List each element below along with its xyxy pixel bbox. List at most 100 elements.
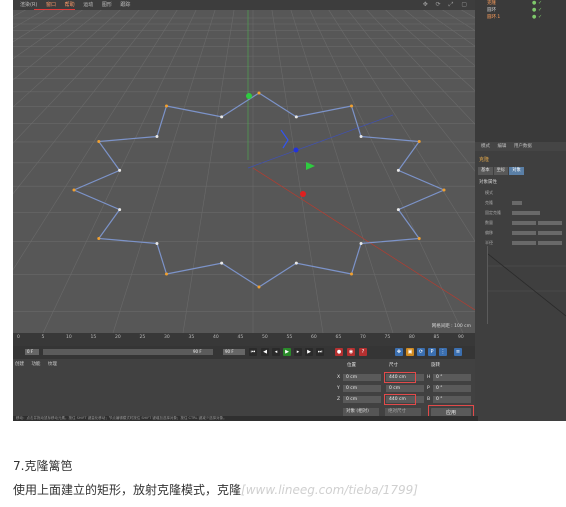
move-key-button[interactable]: ✥ xyxy=(395,348,403,356)
object-row-ring[interactable]: 圆环 ● ✓ xyxy=(475,7,566,14)
spline-point[interactable] xyxy=(165,104,168,108)
tab-texture[interactable]: 纹理 xyxy=(48,362,57,367)
spline-point[interactable] xyxy=(220,261,224,265)
menu-item-track[interactable]: 跟踪 xyxy=(120,0,130,10)
spline-point[interactable] xyxy=(257,91,261,95)
next-key-button[interactable]: ▶ xyxy=(305,348,313,356)
next-frame-button[interactable]: ▸ xyxy=(294,348,302,356)
rotation-b-input[interactable]: 0 ° xyxy=(433,396,471,403)
timeline-ruler[interactable]: 0 5 10 15 20 25 30 35 40 45 50 55 60 65 70 75 80 85 90 xyxy=(13,333,475,346)
spline-point[interactable] xyxy=(220,115,224,119)
spline-point[interactable] xyxy=(155,135,159,139)
axis-y-label: Y xyxy=(337,386,340,391)
keyframe-select-button[interactable]: ? xyxy=(359,348,367,356)
spline-point[interactable] xyxy=(97,237,101,240)
spline-point[interactable] xyxy=(396,168,400,172)
record-button[interactable]: ● xyxy=(335,348,343,356)
prev-frame-button[interactable]: ◂ xyxy=(272,348,280,356)
radius-input[interactable] xyxy=(512,241,536,245)
spline-point[interactable] xyxy=(417,237,421,240)
spline-point[interactable] xyxy=(442,188,446,192)
spline-point[interactable] xyxy=(165,272,168,276)
spline-point[interactable] xyxy=(294,115,298,119)
frame-tick: 90 xyxy=(458,335,464,340)
viewport-nav-icons[interactable]: ✥ ⟳ ⤢ ▢ xyxy=(423,1,470,9)
goto-start-button[interactable]: ⏮ xyxy=(249,348,257,356)
count-slider[interactable] xyxy=(538,221,562,225)
spline-point[interactable] xyxy=(72,188,76,192)
frame-tick: 60 xyxy=(311,335,317,340)
goto-end-button[interactable]: ⏭ xyxy=(316,348,324,356)
spline-point[interactable] xyxy=(359,135,363,139)
frame-ruler[interactable]: 0 5 10 15 20 25 30 35 40 45 50 55 60 65 70 75 80 85 90 xyxy=(13,333,475,342)
caption-body: 使用上面建立的矩形，放射克隆模式，克隆[www.lineeg.com/tieba… xyxy=(13,481,418,498)
position-z-input[interactable]: 0 cm xyxy=(343,396,381,403)
object-mode-dropdown[interactable]: 对象 (相对) xyxy=(343,408,379,416)
tab-create[interactable]: 创建 xyxy=(15,362,24,367)
visibility-icon[interactable]: ● ✓ xyxy=(532,7,542,14)
offset-input[interactable] xyxy=(512,231,536,235)
mode-tab-object[interactable]: 对象 xyxy=(509,167,524,175)
scale-key-button[interactable]: ▣ xyxy=(406,348,414,356)
frame-tick: 5 xyxy=(41,335,45,340)
tab-mode[interactable]: 模式 xyxy=(481,144,490,149)
radius-slider[interactable] xyxy=(538,241,562,245)
play-button[interactable]: ▶ xyxy=(283,348,291,356)
tab-user-data[interactable]: 用户数据 xyxy=(514,144,532,149)
spline-point[interactable] xyxy=(359,241,363,245)
autokey-button[interactable]: ◉ xyxy=(347,348,355,356)
menubar: 渲染(R) 窗口 帮助 运动 图形 跟踪 xyxy=(13,0,475,10)
frame-tick: 50 xyxy=(262,335,268,340)
3d-viewport[interactable] xyxy=(13,10,475,333)
position-y-input[interactable]: 0 cm xyxy=(343,385,381,392)
visibility-icon[interactable]: ● ✓ xyxy=(532,0,542,7)
frame-tick: 75 xyxy=(384,335,391,340)
current-frame-field[interactable]: 0 F xyxy=(25,349,39,355)
position-x-input[interactable]: 0 cm xyxy=(343,374,381,381)
spline-point[interactable] xyxy=(257,285,261,289)
size-z-highlight xyxy=(384,394,416,405)
absolute-size-dropdown[interactable]: 绝对尺寸 xyxy=(385,408,421,416)
spline-point[interactable] xyxy=(417,140,421,143)
menu-item-graph[interactable]: 图形 xyxy=(102,0,112,10)
rotation-p-input[interactable]: 0 ° xyxy=(433,385,471,392)
size-y-input[interactable]: 0 cm xyxy=(386,385,424,392)
offset-slider[interactable] xyxy=(538,231,562,235)
rotate-key-button[interactable]: ⟳ xyxy=(417,348,425,356)
spline-point[interactable] xyxy=(350,272,353,276)
frame-range-slider[interactable] xyxy=(43,349,213,355)
mode-tab-basic[interactable]: 基本 xyxy=(478,167,493,175)
watermark-text: [www.lineeg.com/tieba/1799] xyxy=(241,483,418,497)
spline-point[interactable] xyxy=(118,208,122,212)
mode-tab-coords[interactable]: 坐标 xyxy=(493,167,509,175)
spline-point[interactable] xyxy=(118,168,122,172)
spline-point[interactable] xyxy=(97,140,101,143)
timeline-menu-button[interactable]: ≡ xyxy=(454,348,462,356)
clone-dropdown[interactable] xyxy=(512,201,522,205)
tab-edit[interactable]: 编辑 xyxy=(497,144,506,149)
object-row-clone[interactable]: 克隆 ● ✓ xyxy=(475,0,566,7)
menu-item-motion[interactable]: 运动 xyxy=(83,0,93,10)
rotation-h-input[interactable]: 0 ° xyxy=(433,374,471,381)
point-level-button[interactable]: ⋮ xyxy=(439,348,447,356)
field-mode: 模式 xyxy=(485,190,493,195)
spline-point[interactable] xyxy=(155,241,159,245)
attributes-tabs: 模式 编辑 用户数据 xyxy=(475,142,566,151)
frame-tick: 80 xyxy=(409,335,415,340)
max-frame-field[interactable]: 90 F xyxy=(223,349,245,355)
spline-point[interactable] xyxy=(396,208,400,212)
spline-point[interactable] xyxy=(294,261,298,265)
param-key-button[interactable]: P xyxy=(428,348,436,356)
frame-tick: 55 xyxy=(286,335,293,340)
header-size: 尺寸 xyxy=(389,363,398,368)
count-input[interactable] xyxy=(512,221,536,225)
fixed-clone-dropdown[interactable] xyxy=(512,211,540,215)
visibility-icon[interactable]: ● ✓ xyxy=(532,14,542,21)
frame-tick: 65 xyxy=(335,335,342,340)
spline-point[interactable] xyxy=(350,104,353,108)
tab-function[interactable]: 功能 xyxy=(31,362,40,367)
falloff-graph[interactable] xyxy=(487,246,566,324)
frame-tick: 85 xyxy=(433,335,440,340)
object-row-ring-1[interactable]: 圆环.1 ● ✓ xyxy=(475,14,566,21)
prev-key-button[interactable]: ◀ xyxy=(261,348,269,356)
